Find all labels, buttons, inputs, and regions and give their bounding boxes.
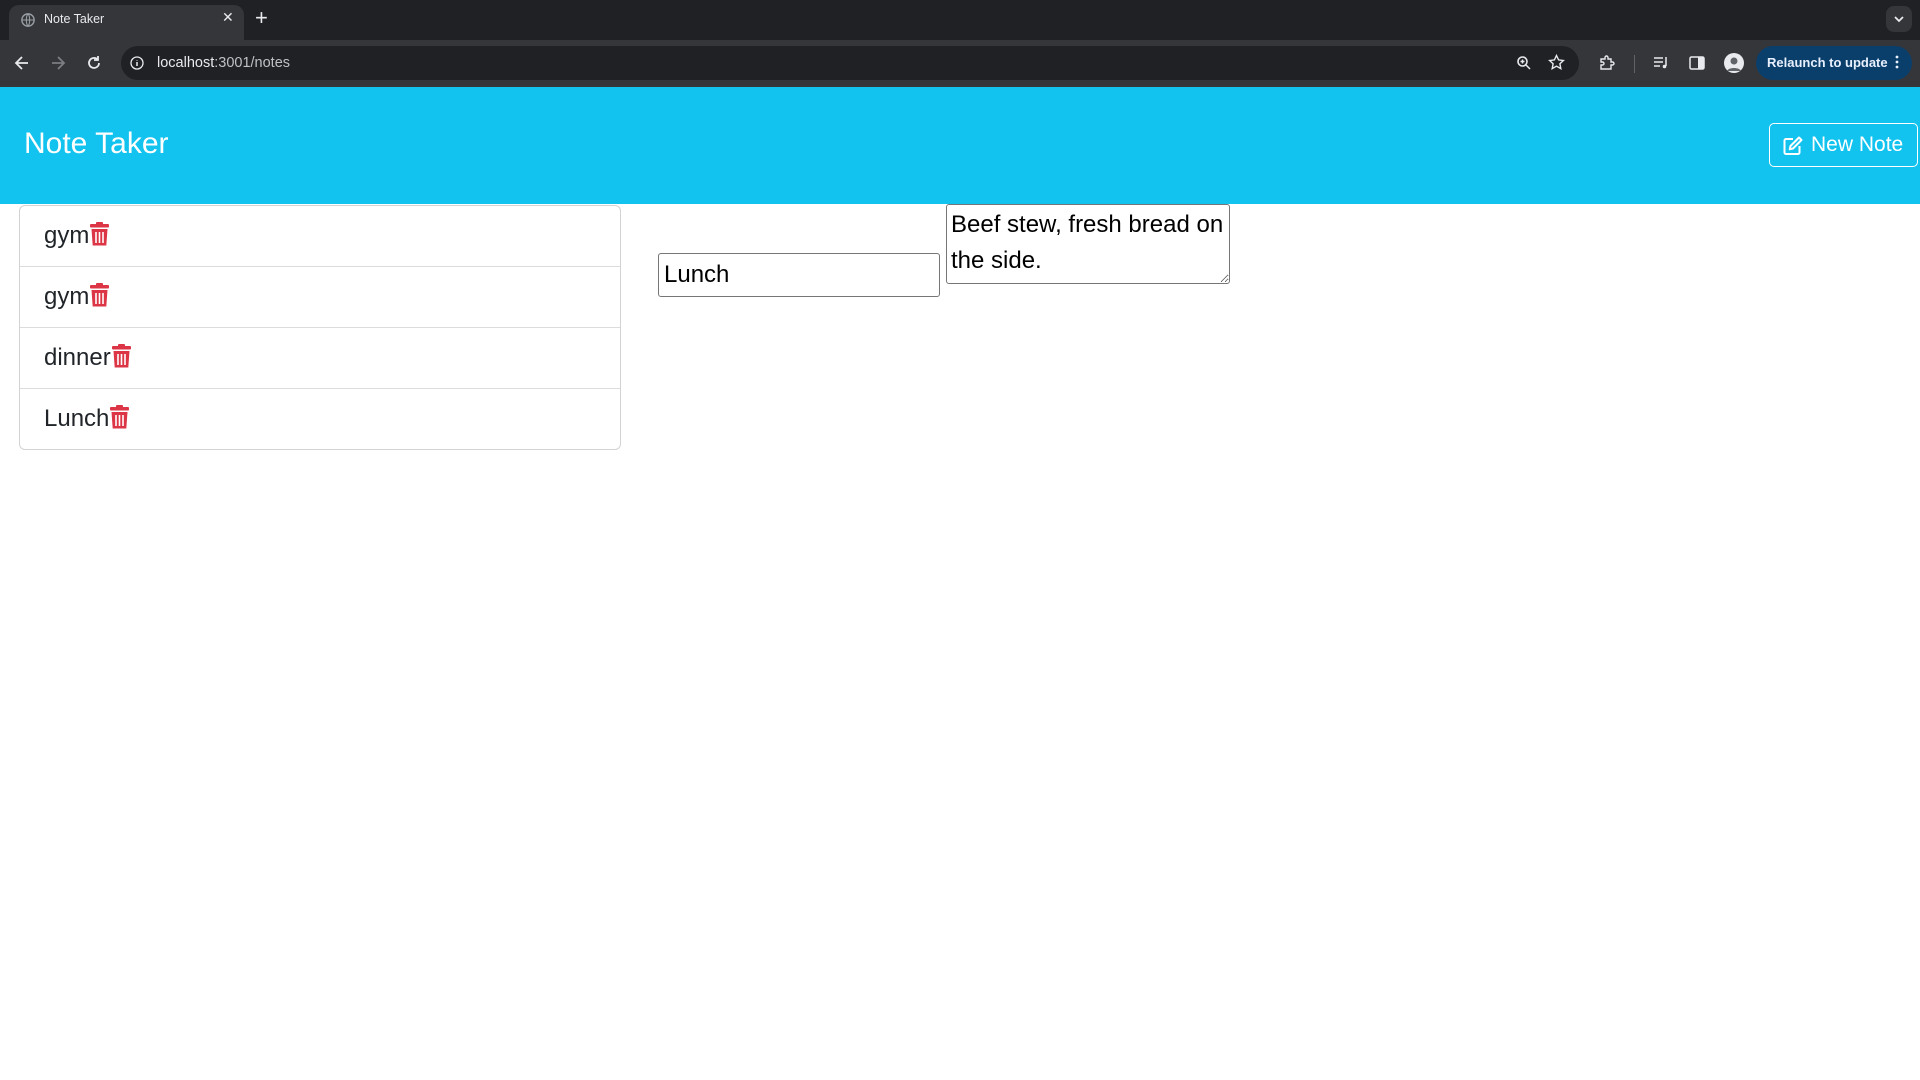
list-item[interactable]: gym	[20, 267, 620, 328]
page-content: Note Taker New Note gym gym dinner Lunch…	[0, 87, 1920, 1080]
relaunch-to-update-button[interactable]: Relaunch to update	[1756, 46, 1912, 80]
forward-arrow-icon[interactable]	[48, 53, 68, 73]
extensions-icon[interactable]	[1598, 54, 1616, 72]
app-brand[interactable]: Note Taker	[24, 127, 169, 161]
new-note-button[interactable]: New Note	[1769, 123, 1918, 167]
trash-icon[interactable]	[111, 344, 132, 368]
note-text-area[interactable]: Beef stew, fresh bread on the side.	[946, 204, 1230, 284]
profile-avatar[interactable]	[1724, 53, 1744, 73]
list-item[interactable]: dinner	[20, 328, 620, 389]
bookmark-star-icon[interactable]	[1548, 54, 1565, 71]
side-panel-icon[interactable]	[1688, 54, 1706, 72]
note-title-input[interactable]	[658, 253, 940, 297]
relaunch-label: Relaunch to update	[1767, 55, 1888, 70]
note-list-item-title: dinner	[44, 344, 132, 372]
media-controls-icon[interactable]	[1652, 54, 1670, 72]
site-info-icon[interactable]	[130, 56, 144, 70]
new-tab-icon[interactable]: +	[255, 6, 268, 30]
browser-toolbar: localhost:3001/notes Relaunch to update	[0, 40, 1920, 87]
globe-icon	[21, 13, 35, 27]
reload-icon[interactable]	[84, 53, 104, 73]
trash-icon[interactable]	[89, 222, 110, 246]
note-title-text: gym	[44, 222, 90, 249]
note-list-item-title: Lunch	[44, 405, 130, 433]
zoom-icon[interactable]	[1516, 55, 1532, 71]
url-path: :3001/notes	[214, 55, 291, 71]
trash-icon[interactable]	[109, 405, 130, 429]
address-bar[interactable]: localhost:3001/notes	[121, 46, 1579, 80]
note-list-item-title: gym	[44, 222, 110, 250]
note-list-item-title: gym	[44, 283, 110, 311]
chevron-down-icon	[1894, 16, 1904, 23]
tab-title: Note Taker	[44, 12, 105, 26]
new-note-label: New Note	[1811, 133, 1904, 156]
note-list: gym gym dinner Lunch	[19, 205, 621, 450]
profile-icon	[1727, 57, 1741, 71]
tab-search-button[interactable]	[1886, 6, 1912, 32]
app-navbar: Note Taker New Note	[0, 87, 1920, 204]
browser-tab[interactable]: Note Taker ✕	[9, 5, 244, 40]
url-host: localhost	[157, 55, 215, 71]
url-text: localhost:3001/notes	[157, 55, 290, 71]
note-title-text: Lunch	[44, 405, 110, 432]
edit-icon	[1783, 136, 1803, 155]
trash-icon[interactable]	[89, 283, 110, 307]
note-title-text: gym	[44, 283, 90, 310]
more-menu-icon	[1895, 55, 1899, 69]
tab-close-icon[interactable]: ✕	[222, 9, 234, 26]
browser-tabstrip: Note Taker ✕ +	[0, 0, 1920, 40]
toolbar-separator	[1634, 55, 1635, 73]
list-item[interactable]: Lunch	[20, 389, 620, 449]
back-arrow-icon[interactable]	[12, 53, 32, 73]
note-title-text: dinner	[44, 344, 111, 371]
list-item[interactable]: gym	[20, 206, 620, 267]
